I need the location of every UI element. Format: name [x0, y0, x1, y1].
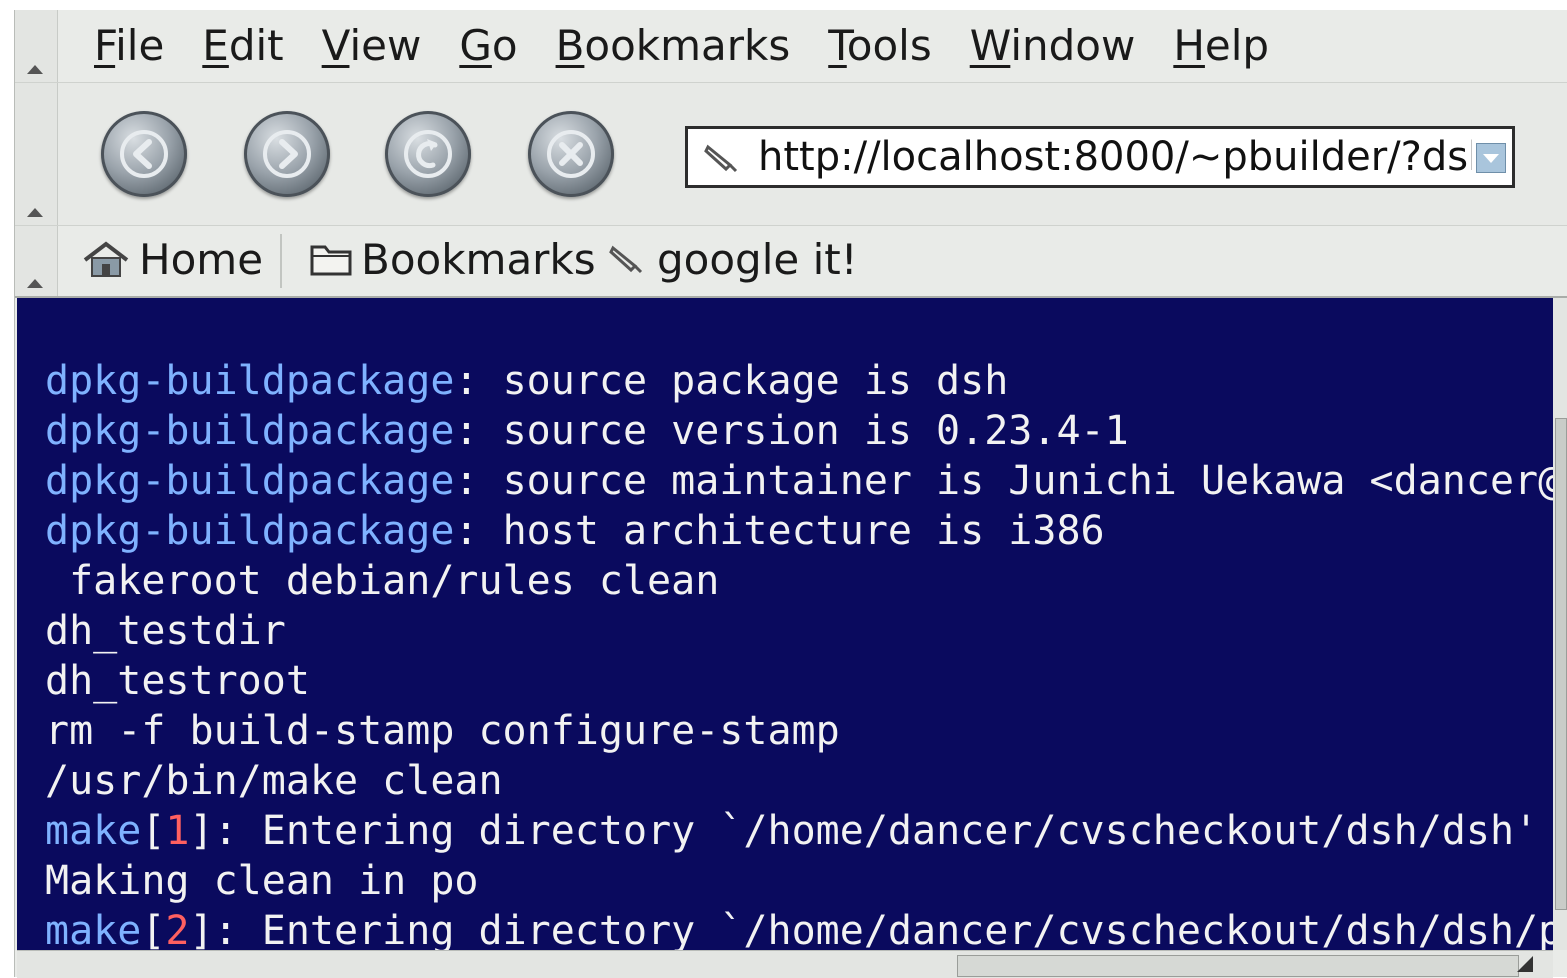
log-line-text: Making clean in po [45, 858, 479, 904]
log-line-prefix: dpkg-buildpackage [45, 358, 455, 404]
bookmarks-folder-button[interactable]: Bookmarks [309, 226, 596, 294]
resize-grip-icon[interactable] [1513, 952, 1535, 974]
menu-window[interactable]: Window [951, 16, 1155, 76]
url-bar[interactable]: http://localhost:8000/~pbuilder/?dsh. [685, 126, 1515, 188]
menu-edit[interactable]: Edit [183, 16, 302, 76]
horizontal-scrollbar-thumb[interactable] [957, 955, 1519, 977]
menu-bookmarks[interactable]: Bookmarks [537, 16, 810, 76]
log-line-separator: ]: [189, 908, 238, 950]
forward-button[interactable] [244, 111, 330, 197]
vertical-scrollbar-thumb[interactable] [1555, 418, 1567, 910]
url-dropdown-button[interactable] [1476, 143, 1506, 173]
menu-tools[interactable]: Tools [809, 16, 950, 76]
log-line-prefix: dpkg-buildpackage [45, 458, 455, 504]
google-it-bookmark[interactable]: google it! [605, 226, 858, 294]
log-line-prefix: make [45, 908, 142, 950]
horizontal-scrollbar[interactable] [17, 950, 1553, 978]
log-line-separator: : [454, 458, 479, 504]
log-line: dh_testroot [45, 656, 1553, 706]
personal-toolbar: Home Bookmarks google it! [15, 226, 1567, 298]
log-line-text: Entering directory `/home/dancer/cvschec… [237, 808, 1539, 854]
log-line-text: host architecture is i386 [478, 508, 1105, 554]
log-line: /usr/bin/make clean [45, 756, 1553, 806]
log-line-level: 1 [165, 808, 190, 854]
navigation-toolbar: http://localhost:8000/~pbuilder/?dsh. [15, 83, 1567, 226]
forward-icon [263, 130, 311, 178]
log-line-text: dh_testdir [45, 608, 286, 654]
log-line: make[2]: Entering directory `/home/dance… [45, 906, 1553, 950]
build-log: dpkg-buildpackage: source package is dsh… [45, 356, 1553, 950]
folder-icon [310, 245, 352, 276]
log-line-prefix: dpkg-buildpackage [45, 408, 455, 454]
home-label: Home [139, 235, 264, 284]
log-line-separator: ]: [189, 808, 238, 854]
log-line-text: source maintainer is Junichi Uekawa <dan… [502, 458, 1553, 504]
log-line-level: 2 [165, 908, 190, 950]
log-line-separator: : [454, 358, 479, 404]
vertical-scrollbar[interactable] [1553, 298, 1567, 950]
menu-items: File Edit View Go Bookmarks Tools Window… [75, 16, 1288, 76]
personalbar-grip[interactable] [15, 226, 58, 296]
log-line: fakeroot debian/rules clean [45, 556, 1553, 606]
log-line: Making clean in po [45, 856, 1553, 906]
bookmark-pin-icon [609, 245, 643, 274]
log-line-text: dh_testroot [45, 658, 310, 704]
stop-icon [547, 130, 595, 178]
log-line-prefix: make [45, 808, 142, 854]
log-line: rm -f build-stamp configure-stamp [45, 706, 1553, 756]
log-line: dpkg-buildpackage: source version is 0.2… [45, 406, 1553, 456]
back-button[interactable] [101, 111, 187, 197]
reload-icon [404, 130, 452, 178]
back-icon [120, 130, 168, 178]
log-line-text: fakeroot debian/rules clean [45, 558, 720, 604]
log-line-text: rm -f build-stamp configure-stamp [45, 708, 840, 754]
log-line: dpkg-buildpackage: source package is dsh [45, 356, 1553, 406]
menu-help[interactable]: Help [1154, 16, 1288, 76]
home-button[interactable]: Home [81, 226, 263, 294]
stop-button[interactable] [528, 111, 614, 197]
log-line-text: Entering directory `/home/dancer/cvschec… [237, 908, 1553, 950]
menu-go[interactable]: Go [440, 16, 536, 76]
log-line-separator: : [454, 408, 479, 454]
url-text[interactable]: http://localhost:8000/~pbuilder/?dsh. [758, 129, 1472, 185]
log-line-text: source package is dsh [478, 358, 1009, 404]
menu-view[interactable]: View [303, 16, 441, 76]
home-icon [83, 241, 129, 277]
log-line: dh_testdir [45, 606, 1553, 656]
log-line: dpkg-buildpackage: host architecture is … [45, 506, 1553, 556]
google-it-label: google it! [657, 235, 858, 284]
log-line-bracket: [ [141, 908, 166, 950]
menu-file[interactable]: File [75, 16, 183, 76]
toolbar-separator [280, 234, 282, 288]
reload-button[interactable] [385, 111, 471, 197]
log-line-bracket: [ [141, 808, 166, 854]
log-line: make[1]: Entering directory `/home/dance… [45, 806, 1553, 856]
log-line-prefix: dpkg-buildpackage [45, 508, 455, 554]
log-line-text: /usr/bin/make clean [45, 758, 503, 804]
page-content[interactable]: dpkg-buildpackage: source package is dsh… [17, 298, 1553, 950]
menubar-grip[interactable] [15, 10, 58, 82]
log-line: dpkg-buildpackage: source maintainer is … [45, 456, 1553, 506]
bookmark-pin-icon [704, 144, 738, 173]
bookmarks-label: Bookmarks [361, 235, 596, 284]
menu-bar: File Edit View Go Bookmarks Tools Window… [15, 10, 1567, 83]
log-line-text: source version is 0.23.4-1 [478, 408, 1129, 454]
log-line-separator: : [454, 508, 479, 554]
navbar-grip[interactable] [15, 83, 58, 225]
